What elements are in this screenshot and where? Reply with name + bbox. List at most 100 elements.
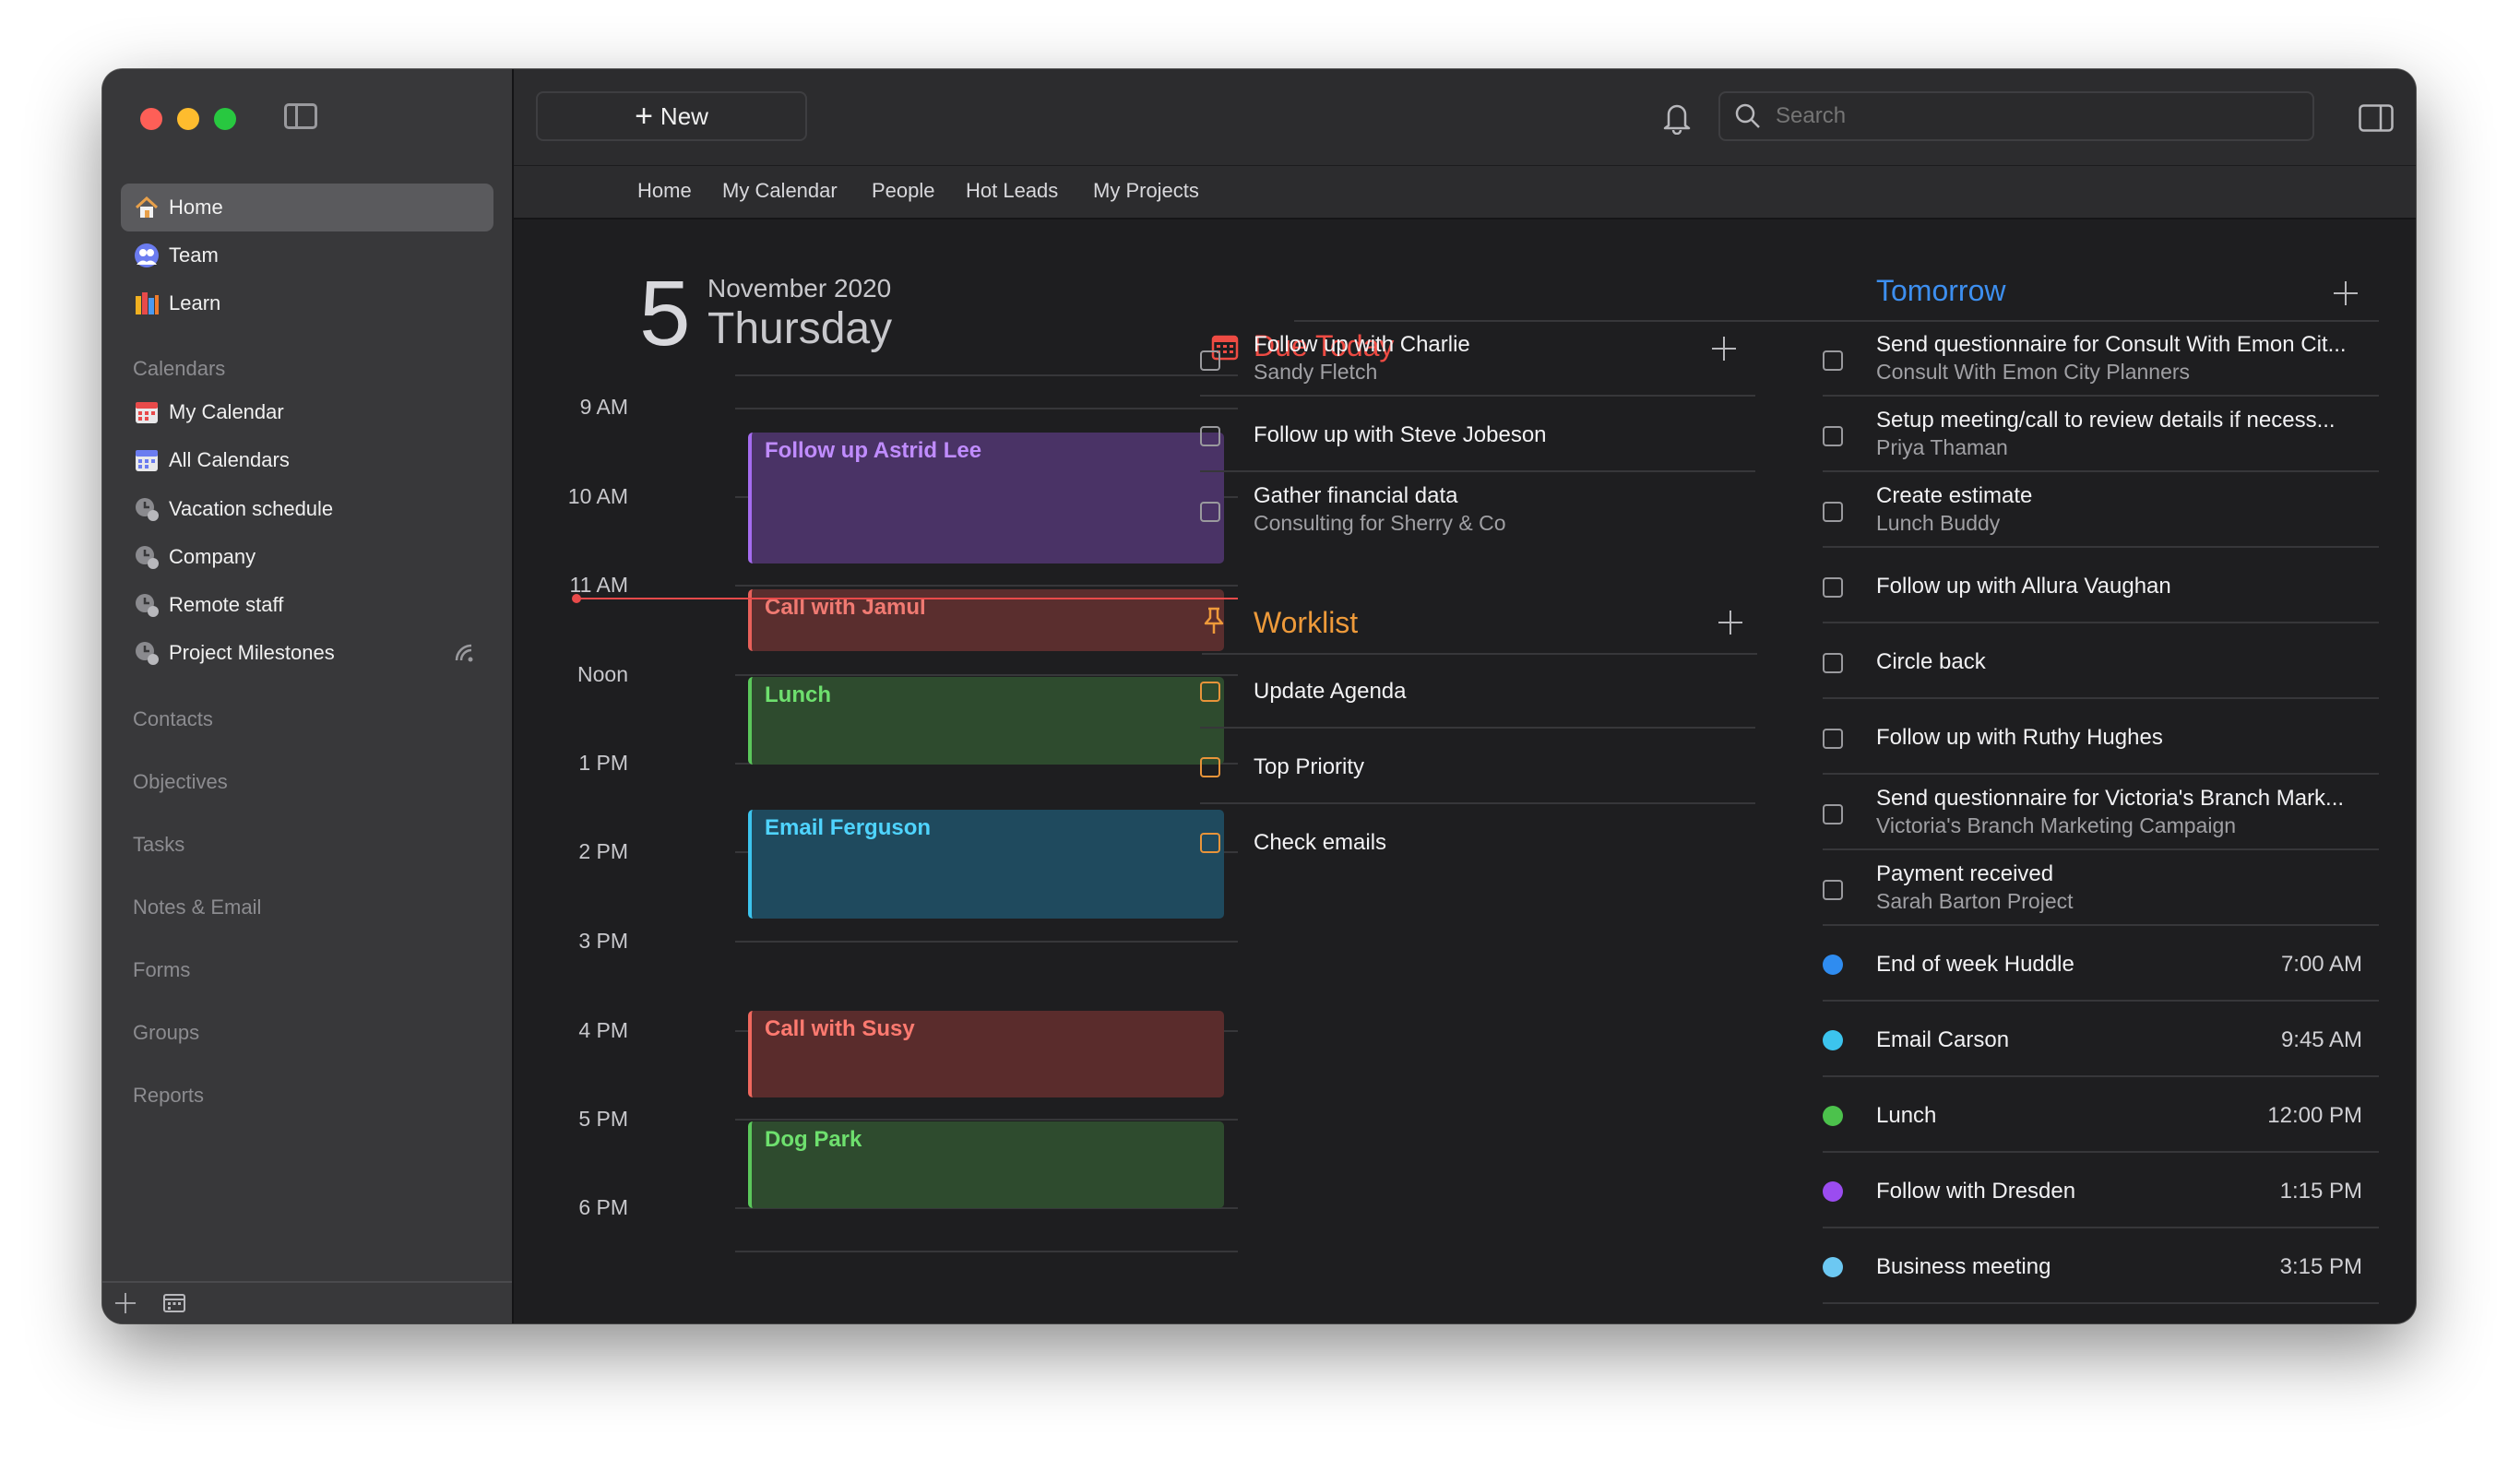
sidebar-item-home[interactable]: Home <box>121 184 493 231</box>
event-row[interactable]: Email Carson 9:45 AM <box>1823 1003 2379 1077</box>
task-checkbox[interactable] <box>1823 502 1843 522</box>
hour-label: Noon <box>577 662 628 686</box>
sidebar-item-company[interactable]: Company <box>121 533 493 581</box>
calendar-view-icon[interactable] <box>163 1294 185 1317</box>
task-row[interactable]: Send questionnaire for Consult With Emon… <box>1823 323 2379 397</box>
search-icon <box>1733 101 1763 131</box>
task-row[interactable]: Follow up with Steve Jobeson <box>1200 398 1755 472</box>
sidebar-item-remote-staff[interactable]: Remote staff <box>121 581 493 629</box>
task-checkbox[interactable] <box>1823 804 1843 824</box>
sidebar: Home Team Learn Calendars My Calendar Al… <box>102 69 514 1323</box>
task-checkbox[interactable] <box>1823 880 1843 900</box>
sidebar-section-reports[interactable]: Reports <box>133 1084 204 1108</box>
hour-gridline <box>735 674 1238 676</box>
task-checkbox[interactable] <box>1200 833 1220 853</box>
sidebar-section-notes-email[interactable]: Notes & Email <box>133 896 261 919</box>
tab-hot-leads[interactable]: Hot Leads <box>966 179 1058 203</box>
calendar-event[interactable]: Call with Susy <box>748 1011 1224 1097</box>
task-row[interactable]: Create estimate Lunch Buddy <box>1823 474 2379 548</box>
house-icon <box>134 195 160 220</box>
task-row[interactable]: Gather financial data Consulting for She… <box>1200 474 1755 548</box>
calendar-event[interactable]: Email Ferguson <box>748 810 1224 919</box>
search-field[interactable] <box>1718 91 2314 141</box>
task-row[interactable]: Top Priority <box>1200 730 1755 804</box>
team-icon <box>134 243 160 268</box>
tab-my-projects[interactable]: My Projects <box>1093 179 1199 203</box>
hour-label: 9 AM <box>579 395 628 419</box>
sidebar-section-forms[interactable]: Forms <box>133 958 190 982</box>
plus-icon: + <box>635 99 653 134</box>
hour-label: 10 AM <box>567 484 628 508</box>
task-row[interactable]: Payment received Sarah Barton Project <box>1823 852 2379 926</box>
task-row[interactable]: Follow up with Charlie Sandy Fletch <box>1200 323 1755 397</box>
sidebar-item-label: Learn <box>169 291 221 314</box>
sidebar-footer <box>102 1281 512 1323</box>
calendar-event[interactable]: Dog Park <box>748 1121 1224 1208</box>
zoom-window-button[interactable] <box>214 108 236 130</box>
event-row[interactable]: Follow with Dresden 1:15 PM <box>1823 1155 2379 1228</box>
hour-label: 11 AM <box>569 573 629 597</box>
task-checkbox[interactable] <box>1823 426 1843 446</box>
inspector-toggle-icon[interactable] <box>2359 104 2394 136</box>
task-checkbox[interactable] <box>1823 350 1843 371</box>
sidebar-item-all-calendars[interactable]: All Calendars <box>121 436 493 484</box>
add-worklist-icon[interactable] <box>1718 611 1742 635</box>
event-row[interactable]: Business meeting 3:15 PM <box>1823 1230 2379 1304</box>
sync-icon[interactable] <box>453 642 475 670</box>
day-weekday: Thursday <box>707 304 893 353</box>
task-checkbox[interactable] <box>1823 577 1843 598</box>
add-icon[interactable] <box>114 1292 137 1314</box>
event-row[interactable]: End of week Huddle 7:00 AM <box>1823 928 2379 1002</box>
tab-my-calendar[interactable]: My Calendar <box>722 179 838 203</box>
sidebar-item-project-milestones[interactable]: Project Milestones <box>121 629 493 677</box>
task-row[interactable]: Follow up with Allura Vaughan <box>1823 550 2379 623</box>
sidebar-item-my-calendar[interactable]: My Calendar <box>121 388 493 436</box>
sidebar-item-label: Home <box>169 196 223 219</box>
calendar-event[interactable]: Lunch <box>748 677 1224 765</box>
toolbar: + New <box>514 69 2416 165</box>
task-checkbox[interactable] <box>1200 682 1220 702</box>
add-tomorrow-icon[interactable] <box>2334 281 2358 305</box>
sidebar-toggle-icon[interactable] <box>284 103 317 129</box>
hour-label: 3 PM <box>578 929 628 953</box>
day-month-year: November 2020 <box>707 274 892 302</box>
day-number: 5 <box>639 262 691 365</box>
sidebar-item-team[interactable]: Team <box>121 231 493 279</box>
sidebar-item-learn[interactable]: Learn <box>121 279 493 327</box>
tab-home[interactable]: Home <box>637 179 692 203</box>
sidebar-section-objectives[interactable]: Objectives <box>133 770 228 794</box>
event-row[interactable]: Lunch 12:00 PM <box>1823 1079 2379 1153</box>
tab-people[interactable]: People <box>872 179 935 203</box>
task-checkbox[interactable] <box>1823 729 1843 749</box>
minimize-window-button[interactable] <box>177 108 199 130</box>
task-row[interactable]: Update Agenda <box>1200 655 1755 729</box>
shared-calendar-icon <box>134 544 160 570</box>
sidebar-item-label: All Calendars <box>169 448 290 471</box>
shared-calendar-icon <box>134 640 160 666</box>
shared-calendar-icon <box>134 592 160 618</box>
hour-gridline <box>735 941 1238 943</box>
new-button[interactable]: + New <box>536 91 807 141</box>
task-checkbox[interactable] <box>1823 653 1843 673</box>
sidebar-section-contacts[interactable]: Contacts <box>133 707 213 731</box>
task-checkbox[interactable] <box>1200 502 1220 522</box>
sidebar-section-groups[interactable]: Groups <box>133 1021 199 1045</box>
hour-gridline <box>735 1251 1238 1252</box>
task-row[interactable]: Check emails <box>1200 806 1755 880</box>
task-checkbox[interactable] <box>1200 350 1220 371</box>
sidebar-section-tasks[interactable]: Tasks <box>133 833 184 857</box>
close-window-button[interactable] <box>140 108 162 130</box>
task-checkbox[interactable] <box>1200 757 1220 777</box>
event-color-dot <box>1823 1257 1843 1277</box>
sidebar-item-label: Vacation schedule <box>169 497 334 520</box>
calendar-event[interactable]: Follow up Astrid Lee <box>748 433 1224 563</box>
task-row[interactable]: Circle back <box>1823 625 2379 699</box>
search-input[interactable] <box>1774 102 2294 130</box>
bell-icon[interactable] <box>1660 100 1694 139</box>
task-checkbox[interactable] <box>1200 426 1220 446</box>
task-row[interactable]: Send questionnaire for Victoria's Branch… <box>1823 777 2379 850</box>
sidebar-item-vacation-schedule[interactable]: Vacation schedule <box>121 485 493 533</box>
calendar-icon <box>134 399 160 425</box>
task-row[interactable]: Follow up with Ruthy Hughes <box>1823 701 2379 775</box>
task-row[interactable]: Setup meeting/call to review details if … <box>1823 398 2379 472</box>
